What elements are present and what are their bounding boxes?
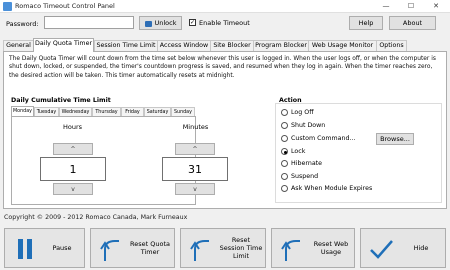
radio-suspend-label: Suspend: [291, 173, 319, 180]
hours-value[interactable]: 1: [40, 157, 106, 181]
tab-program-blocker[interactable]: Program Blocker: [253, 40, 309, 51]
unlock-label: Unlock: [154, 19, 177, 27]
minutes-up-button[interactable]: ^: [175, 143, 215, 155]
pause-label: Pause: [52, 244, 72, 252]
tab-session-time-limit[interactable]: Session Time Limit: [94, 40, 158, 51]
checkmark-icon: [370, 240, 393, 259]
hours-up-button[interactable]: ^: [53, 143, 93, 155]
reset-session-label: Reset Session Time Limit: [219, 236, 263, 260]
app-icon: [3, 2, 12, 11]
undo-arrow-icon: [190, 240, 209, 261]
enable-timeout-label: Enable Timeout: [199, 19, 250, 27]
radio-lock-label: Lock: [291, 148, 306, 155]
radio-ask-when-expires-label: Ask When Module Expires: [291, 185, 373, 192]
radio-hibernate-label: Hibernate: [291, 160, 323, 167]
tab-options[interactable]: Options: [376, 40, 407, 51]
reset-session-time-limit-button[interactable]: Reset Session Time Limit: [180, 228, 266, 268]
radio-custom-command-label: Custom Command...: [291, 135, 356, 142]
radio-custom-command[interactable]: [281, 135, 288, 142]
unlock-button[interactable]: Unlock: [139, 16, 182, 30]
limit-group-title: Daily Cumulative Time Limit: [11, 97, 111, 104]
radio-shut-down[interactable]: [281, 122, 288, 129]
about-button[interactable]: About: [389, 16, 436, 30]
password-field[interactable]: [44, 16, 134, 29]
copyright-text: Copyright © 2009 - 2012 Romaco Canada, M…: [4, 214, 188, 221]
reset-quota-timer-button[interactable]: Reset Quota Timer: [90, 228, 175, 268]
undo-arrow-icon: [281, 240, 300, 261]
radio-ask-when-expires[interactable]: [281, 185, 288, 192]
lock-icon: [144, 21, 152, 27]
radio-shut-down-label: Shut Down: [291, 122, 326, 129]
hours-down-button[interactable]: v: [53, 183, 93, 195]
enable-timeout-checkbox[interactable]: ✓: [189, 19, 196, 26]
minimize-button[interactable]: —: [374, 0, 398, 13]
password-label: Password:: [6, 20, 39, 28]
radio-log-off-label: Log Off: [291, 109, 314, 116]
radio-log-off[interactable]: [281, 109, 288, 116]
minutes-down-button[interactable]: v: [175, 183, 215, 195]
tab-access-window[interactable]: Access Window: [157, 40, 211, 51]
reset-quota-label: Reset Quota Timer: [130, 240, 170, 256]
radio-hibernate[interactable]: [281, 160, 288, 167]
pause-button[interactable]: Pause: [4, 228, 85, 268]
title-bar: Romaco Timeout Control Panel — ☐ ✕: [0, 0, 450, 13]
maximize-button[interactable]: ☐: [399, 0, 423, 13]
reset-web-usage-button[interactable]: Reset Web Usage: [271, 228, 355, 268]
browse-button[interactable]: Browse...: [376, 133, 414, 145]
close-button[interactable]: ✕: [424, 0, 448, 13]
tab-site-blocker[interactable]: Site Blocker: [210, 40, 254, 51]
radio-suspend[interactable]: [281, 173, 288, 180]
minutes-value[interactable]: 31: [162, 157, 228, 181]
help-button[interactable]: Help: [349, 16, 383, 30]
description-text: The Daily Quota Timer will count down fr…: [9, 56, 436, 79]
window-title: Romaco Timeout Control Panel: [15, 2, 115, 10]
action-group-title: Action: [279, 97, 302, 104]
radio-lock[interactable]: [281, 148, 288, 155]
tab-general[interactable]: General: [3, 40, 34, 51]
tab-daily-quota-timer[interactable]: Daily Quota Timer: [33, 38, 94, 52]
hide-label: Hide: [413, 244, 429, 252]
reset-web-label: Reset Web Usage: [313, 240, 349, 256]
undo-arrow-icon: [100, 240, 119, 261]
tab-web-usage-monitor[interactable]: Web Usage Monitor: [308, 40, 377, 51]
pause-icon: [18, 239, 32, 259]
hide-button[interactable]: Hide: [360, 228, 446, 268]
minutes-label: Minutes: [182, 123, 209, 131]
hours-label: Hours: [62, 123, 83, 131]
